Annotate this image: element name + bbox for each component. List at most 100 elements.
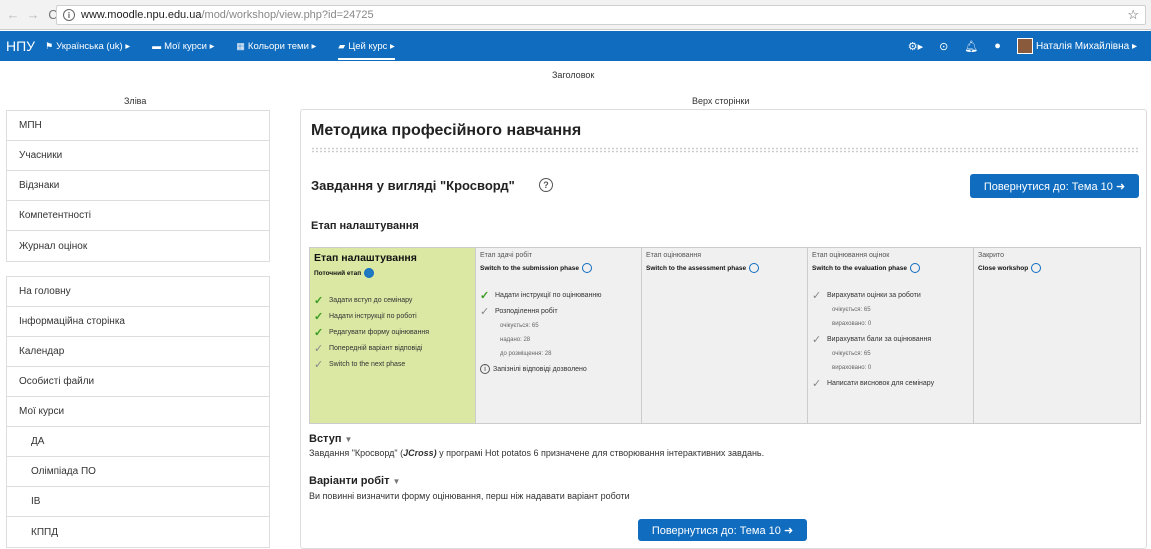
region-header-label: Заголовок — [552, 70, 595, 80]
block-link-grades[interactable]: Журнал оцінок — [7, 231, 269, 261]
address-bar[interactable]: i www.moodle.npu.edu.ua /mod/workshop/vi… — [56, 5, 1146, 25]
activity-title: Завдання у вигляді "Кросворд" — [311, 178, 515, 193]
block-link-my-courses[interactable]: Мої курси — [7, 397, 269, 427]
nav-theme-colors[interactable]: ▦ Кольори теми ▸ — [236, 41, 316, 52]
flag-icon: ⚑ — [45, 40, 54, 51]
phase-column: Етап налаштування Поточний етап ✓ Задати вс… — [310, 248, 476, 423]
task-item[interactable]: ✓ Надати інструкції по роботі — [314, 308, 471, 324]
info-icon: i — [480, 364, 490, 374]
task-label: Написати висновок для семінару — [827, 379, 935, 387]
task-item[interactable]: ✓ Задати вступ до семінару — [314, 292, 471, 308]
block-link-mpn[interactable]: МПН — [7, 111, 269, 141]
stage-heading: Етап налаштування — [311, 220, 419, 232]
phase-title: Етап налаштування — [314, 252, 417, 264]
info-icon[interactable]: i — [63, 9, 75, 21]
phase-table: Етап налаштування Поточний етап ✓ Задати вс… — [309, 247, 1141, 424]
forward-icon[interactable]: → — [26, 7, 40, 22]
task-item[interactable]: ✓ Написати висновок для семінару — [812, 375, 969, 391]
phase-tasks: ✓ Вирахувати оцінки за роботи очікується: … — [812, 287, 969, 391]
task-label: Редагувати форму оцінювання — [329, 328, 430, 336]
check-todo-icon: ✓ — [812, 377, 822, 390]
task-label: Задати вступ до семінару — [329, 296, 413, 304]
block-link-competencies[interactable]: Компетентності — [7, 201, 269, 231]
task-detail: очікується: 65 — [500, 323, 539, 329]
chat-icon[interactable]: ● — [994, 40, 1001, 52]
submissions-heading[interactable]: Варіанти робіт ▼ — [309, 475, 400, 487]
back-icon[interactable]: ← — [6, 7, 20, 22]
site-block: На головну Інформаційна сторінка Календа… — [6, 276, 270, 548]
return-to-topic-button-top[interactable]: Повернутися до: Тема 10 ➜ — [970, 174, 1139, 198]
page-title: Методика професійного навчання — [311, 122, 582, 139]
avatar — [1016, 38, 1033, 54]
block-link-info-page[interactable]: Інформаційна сторінка — [7, 307, 269, 337]
briefcase-icon: ▬ — [152, 40, 162, 51]
block-link-participants[interactable]: Учасники — [7, 141, 269, 171]
current-phase-icon — [364, 268, 375, 278]
phase-action-text: Close workshop — [978, 264, 1029, 272]
check-done-icon: ✓ — [314, 294, 324, 307]
intro-heading[interactable]: Вступ ▼ — [309, 433, 352, 445]
phase-action-text: Поточний етап — [314, 269, 362, 277]
switch-phase-icon[interactable] — [581, 263, 592, 273]
block-link-badges[interactable]: Відзнаки — [7, 171, 269, 201]
task-item[interactable]: ✓ Редагувати форму оцінювання — [314, 324, 471, 340]
phase-title: Етап оцінювання оцінок — [812, 252, 890, 259]
check-todo-icon: ✓ — [812, 333, 822, 346]
switch-phase-link[interactable]: Close workshop — [978, 263, 1136, 273]
check-done-icon: ✓ — [314, 326, 324, 339]
block-link-course-da[interactable]: ДА — [7, 427, 269, 457]
bell-icon[interactable]: 🔔︎ — [964, 40, 978, 53]
block-link-calendar[interactable]: Календар — [7, 337, 269, 367]
nav-my-courses[interactable]: ▬ Мої курси ▸ — [152, 41, 214, 52]
title-divider — [311, 147, 1139, 153]
browser-toolbar: ← → C i www.moodle.npu.edu.ua /mod/works… — [0, 0, 1151, 30]
block-link-private-files[interactable]: Особисті файли — [7, 367, 269, 397]
phase-action-text: Switch to the evaluation phase — [812, 264, 907, 272]
switch-phase-link[interactable]: Switch to the submission phase — [480, 263, 637, 273]
task-label: Розподілення робіт — [495, 307, 558, 315]
block-link-course-iv[interactable]: ІВ — [7, 487, 269, 517]
phase-column: Етап здачі робіт Switch to the submission… — [476, 248, 642, 423]
task-item[interactable]: ✓ Вирахувати бали за оцінювання — [812, 331, 969, 347]
phase-column: Етап оцінювання оцінок Switch to the eval… — [808, 248, 974, 423]
check-todo-icon: ✓ — [812, 289, 822, 302]
task-item[interactable]: ✓ Розподілення робіт — [480, 303, 637, 319]
task-label: Вирахувати бали за оцінювання — [827, 335, 932, 343]
task-label: Вирахувати оцінки за роботи — [827, 291, 921, 299]
task-item[interactable]: i Запізнілі відповіді дозволено — [480, 361, 637, 377]
user-menu[interactable]: Наталія Михайлівна ▸ — [1016, 38, 1137, 54]
phase-action-text: Switch to the submission phase — [480, 264, 579, 272]
task-label: Попередній варіант відповіді — [329, 344, 423, 352]
site-navbar: НПУ ⚑ Українська (uk) ▸ ▬ Мої курси ▸ ▦ Кол… — [0, 31, 1151, 61]
switch-phase-link[interactable]: Switch to the assessment phase — [646, 263, 803, 273]
block-link-home[interactable]: На головну — [7, 277, 269, 307]
task-item[interactable]: ✓ Надати інструкції по оцінюванню — [480, 287, 637, 303]
switch-phase-icon[interactable] — [749, 263, 760, 273]
block-link-course-olympiad[interactable]: Олімпіада ПО — [7, 457, 269, 487]
intro-text: Завдання "Кросворд" (JCross) у програмі … — [309, 448, 765, 458]
phase-column: Етап оцінювання Switch to the assessment … — [642, 248, 808, 423]
site-brand[interactable]: НПУ — [6, 38, 35, 54]
task-item[interactable]: ✓ Попередній варіант відповіді — [314, 340, 471, 356]
task-detail: вираховано: 0 — [832, 365, 872, 371]
task-item[interactable]: ✓ Вирахувати оцінки за роботи — [812, 287, 969, 303]
settings-icon[interactable]: ⚙▸ — [908, 40, 923, 53]
switch-phase-icon[interactable] — [1031, 263, 1042, 273]
task-label: Запізнілі відповіді дозволено — [493, 365, 587, 373]
return-to-topic-button-bottom[interactable]: Повернутися до: Тема 10 ➜ — [638, 519, 807, 541]
help-icon[interactable]: ? — [539, 178, 553, 192]
switch-phase-icon[interactable] — [910, 263, 920, 273]
switch-phase-link[interactable]: Switch to the evaluation phase — [812, 263, 969, 273]
check-todo-icon: ✓ — [314, 342, 324, 355]
task-detail: очікується: 65 — [832, 351, 871, 357]
nav-this-course[interactable]: ▰ Цей курс ▸ — [338, 41, 395, 60]
block-link-course-kppd[interactable]: КППД — [7, 517, 269, 547]
task-label: Надати інструкції по роботі — [329, 312, 417, 320]
task-detail: надано: 28 — [500, 337, 531, 343]
task-item[interactable]: ✓ Switch to the next phase — [314, 356, 471, 372]
nav-language[interactable]: ⚑ Українська (uk) ▸ — [45, 41, 130, 52]
task-label: Надати інструкції по оцінюванню — [495, 291, 602, 299]
target-icon[interactable]: ⊙ — [939, 40, 948, 53]
bookmark-star-icon[interactable]: ☆ — [1127, 7, 1139, 23]
grid-icon: ▦ — [236, 40, 245, 51]
